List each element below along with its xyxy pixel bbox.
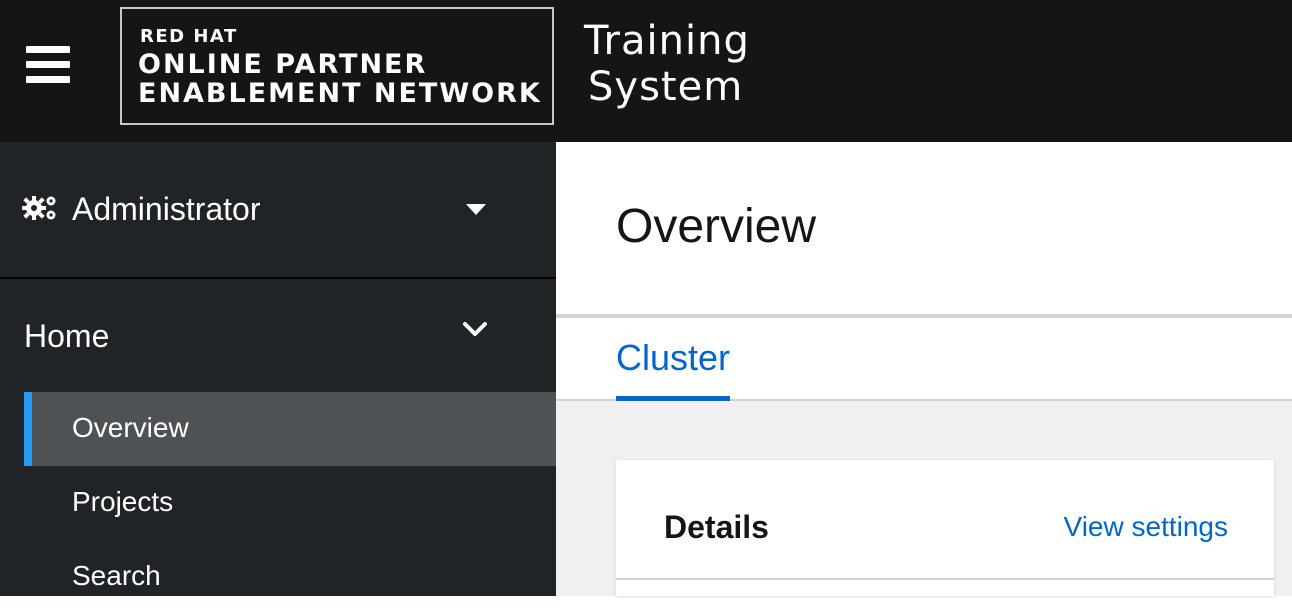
chevron-down-icon: [463, 322, 487, 336]
sidebar-item-search[interactable]: Search: [24, 540, 556, 614]
brand-line-2: ONLINE PARTNER: [138, 49, 428, 80]
view-settings-link[interactable]: View settings: [1064, 509, 1228, 545]
main-content: Overview Cluster Details View settings: [556, 142, 1292, 596]
details-card: Details View settings: [616, 460, 1274, 596]
cogs-icon: [22, 196, 56, 220]
sidebar: Administrator Home Overview Projects Sea…: [0, 142, 556, 596]
brand-logo[interactable]: RED HAT ONLINE PARTNER ENABLEMENT NETWOR…: [120, 7, 554, 125]
sidebar-item-label: Overview: [72, 412, 189, 443]
sidebar-item-overview[interactable]: Overview: [24, 392, 556, 466]
nav-section-label: Home: [24, 318, 110, 354]
card-title: Details: [664, 509, 769, 545]
brand-line-1: RED HAT: [140, 26, 238, 47]
page-title: Overview: [616, 200, 817, 253]
perspective-switcher[interactable]: Administrator: [0, 142, 556, 279]
tab-bar: Cluster: [556, 316, 1292, 401]
brand-line-3: ENABLEMENT NETWORK: [138, 78, 542, 109]
sidebar-item-label: Projects: [72, 486, 174, 517]
tab-label: Cluster: [616, 337, 731, 378]
card-header: Details View settings: [616, 460, 1274, 580]
system-title-line-1: Training: [584, 18, 750, 64]
perspective-label: Administrator: [72, 191, 261, 227]
system-title: Training System: [584, 18, 784, 110]
page-header: Overview: [556, 142, 1292, 316]
nav-section-home[interactable]: Home: [0, 281, 556, 391]
active-tab-indicator: [616, 396, 731, 401]
system-title-line-2: System: [588, 64, 744, 110]
caret-down-icon: [466, 204, 486, 215]
sidebar-item-projects[interactable]: Projects: [24, 466, 556, 540]
hamburger-icon[interactable]: [26, 44, 70, 84]
sidebar-item-label: Search: [72, 560, 161, 591]
masthead: RED HAT ONLINE PARTNER ENABLEMENT NETWOR…: [0, 0, 1292, 142]
tab-cluster[interactable]: Cluster: [616, 336, 731, 401]
